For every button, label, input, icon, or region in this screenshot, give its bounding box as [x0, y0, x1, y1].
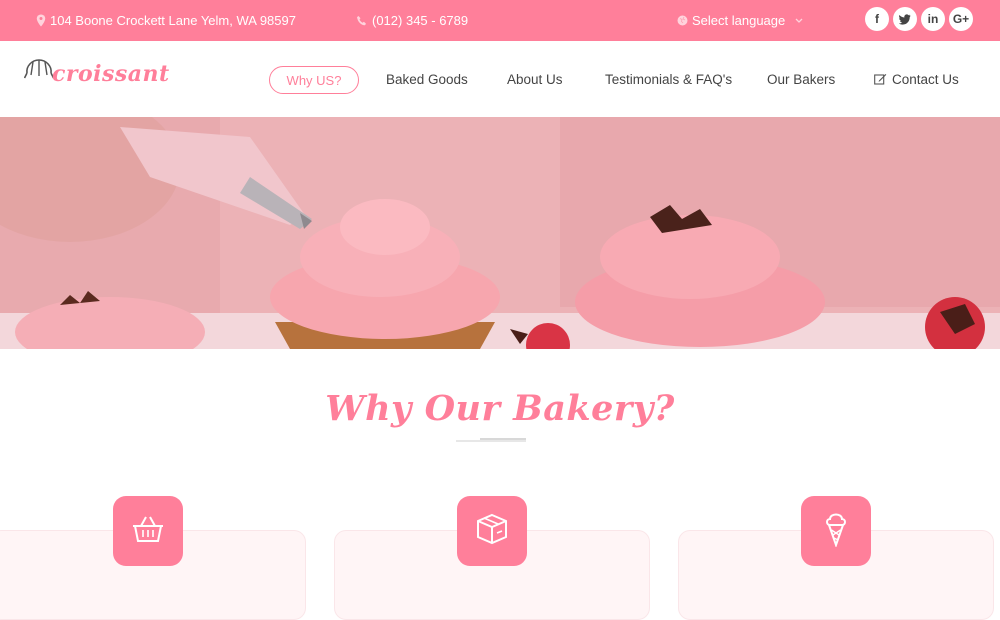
brand-name: croissant [52, 61, 170, 87]
linkedin-icon[interactable]: in [921, 7, 945, 31]
feature-icon-tile [457, 496, 527, 566]
language-label: Select language [692, 13, 786, 28]
globe-icon [677, 15, 688, 26]
phone-icon [356, 15, 368, 27]
language-select[interactable]: Select language [677, 0, 785, 41]
address: 104 Boone Crockett Lane Yelm, WA 98597 [36, 0, 296, 41]
nav-testimonials-faqs[interactable]: Testimonials & FAQ's [605, 41, 732, 117]
phone-text: (012) 345 - 6789 [372, 13, 469, 28]
twitter-icon[interactable] [893, 7, 917, 31]
facebook-icon[interactable]: f [865, 7, 889, 31]
map-pin-icon [36, 14, 46, 27]
nav-contact-us[interactable]: Contact Us [874, 41, 959, 117]
top-bar: 104 Boone Crockett Lane Yelm, WA 98597 (… [0, 0, 1000, 41]
main-navbar: croissant Why US? Baked Goods About Us T… [0, 41, 1000, 117]
hero-banner-image [0, 117, 1000, 349]
brand-logo[interactable]: croissant [23, 58, 170, 87]
ice-cream-icon [823, 511, 849, 552]
chevron-down-icon[interactable] [794, 13, 804, 30]
nav-baked-goods[interactable]: Baked Goods [386, 41, 468, 117]
title-divider-accent [480, 438, 526, 440]
nav-contact-us-label: Contact Us [892, 71, 959, 87]
nav-why-us[interactable]: Why US? [269, 66, 359, 94]
title-divider [456, 440, 526, 442]
nav-about-us[interactable]: About Us [507, 41, 563, 117]
box-icon [475, 513, 509, 550]
croissant-icon [23, 58, 55, 87]
address-text: 104 Boone Crockett Lane Yelm, WA 98597 [50, 13, 296, 28]
phone[interactable]: (012) 345 - 6789 [356, 0, 468, 41]
section-title: Why Our Bakery? [325, 388, 675, 429]
edit-icon [874, 73, 887, 85]
feature-icon-tile [801, 496, 871, 566]
basket-icon [131, 514, 165, 549]
google-plus-icon[interactable]: G+ [949, 7, 973, 31]
feature-icon-tile [113, 496, 183, 566]
nav-our-bakers[interactable]: Our Bakers [767, 41, 835, 117]
